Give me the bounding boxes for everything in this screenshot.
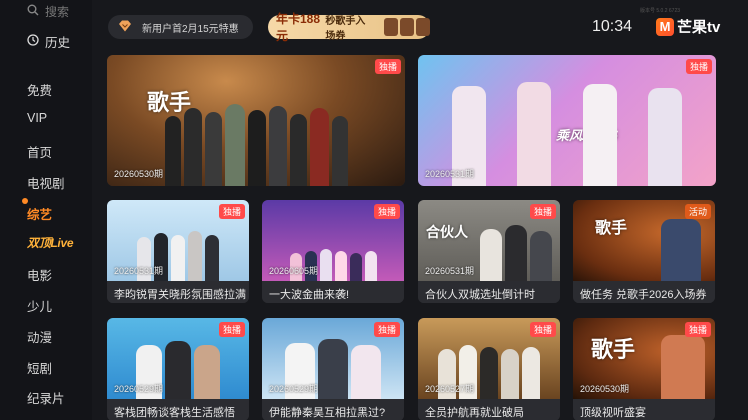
episode-date: 20260605期: [269, 266, 319, 276]
exclusive-badge: 独播: [684, 322, 711, 337]
episode-date: 20260531期: [114, 266, 164, 276]
episode-date: 20260530期: [580, 384, 630, 394]
sidebar-item-variety[interactable]: 综艺: [27, 204, 52, 223]
card-title: 客栈团畅谈客栈生活感悟: [107, 399, 249, 420]
sidebar-item-anime[interactable]: 动漫: [27, 327, 52, 346]
card-title: 李昀锐胃关晓彤氛围感拉满: [107, 281, 249, 303]
sidebar-item-movie[interactable]: 电影: [27, 265, 52, 284]
exclusive-badge: 独播: [218, 322, 245, 337]
card-title: 伊能静秦昊互相拉黑过?: [262, 399, 404, 420]
sidebar-item-home[interactable]: 首页: [27, 142, 52, 161]
exclusive-badge: 独播: [529, 204, 556, 219]
episode-date: 20260529期: [269, 384, 319, 394]
episode-date: 20260527期: [425, 384, 475, 394]
content-card[interactable]: 独播 20260527期 全员护航再就业破局: [418, 318, 560, 420]
card-title: 合伙人双城选址倒计时: [418, 281, 560, 303]
diamond-icon: [118, 20, 132, 35]
mango-tv-logo: M 芒果tv: [656, 16, 720, 37]
episode-date: 20260529期: [114, 384, 164, 394]
clock-icon: [27, 34, 39, 49]
card-title: 顶级视听盛宴: [573, 399, 715, 420]
promo1-text: 新用户首2月15元特惠: [142, 23, 239, 35]
promo2-price: 年卡188元: [276, 12, 321, 43]
featured-card-singer[interactable]: 歌手 独播 20260530期: [107, 55, 405, 186]
sidebar-history[interactable]: 历史: [27, 32, 70, 51]
exclusive-badge: 独播: [218, 204, 245, 219]
card-title: 全员护航再就业破局: [418, 399, 560, 420]
content-card[interactable]: 合伙人 独播 20260531期 合伙人双城选址倒计时: [418, 200, 560, 303]
sidebar-search-label: 搜索: [45, 5, 70, 19]
sidebar-item-vip[interactable]: VIP: [27, 111, 47, 125]
content-card[interactable]: 独播 20260529期 伊能静秦昊互相拉黑过?: [262, 318, 404, 420]
exclusive-badge: 独播: [373, 322, 400, 337]
mango-logo-icon: M: [656, 17, 674, 36]
annual-card-promo-button[interactable]: 年卡188元 秒歌手入场券: [268, 12, 430, 43]
episode-date: 20260530期: [114, 169, 164, 179]
promo2-thumbnails: [384, 18, 430, 36]
card-title: 做任务 兑歌手2026入场券: [573, 281, 715, 303]
new-user-promo-button[interactable]: 新用户首2月15元特惠: [108, 15, 253, 39]
featured-card-ride-wind[interactable]: 乘风2026 独播 20260531期: [418, 55, 716, 186]
content-card[interactable]: 独播 20260605期 一大波金曲来袭!: [262, 200, 404, 303]
content-card[interactable]: 歌手 活动 做任务 兑歌手2026入场券: [573, 200, 715, 303]
exclusive-badge: 独播: [373, 204, 400, 219]
content-card[interactable]: 歌手 独播 20260530期 顶级视听盛宴: [573, 318, 715, 420]
sidebar: 搜索 历史 免费 VIP 首页 电视剧 综艺 双顶Live 电影 少儿 动漫 短…: [0, 0, 92, 420]
episode-date: 20260531期: [425, 266, 475, 276]
sidebar-item-free[interactable]: 免费: [27, 80, 52, 99]
card-people: [573, 219, 715, 281]
exclusive-badge: 独播: [374, 59, 401, 74]
content-card[interactable]: 独播 20260529期 客栈团畅谈客栈生活感悟: [107, 318, 249, 420]
episode-date: 20260531期: [425, 169, 475, 179]
sidebar-item-documentary[interactable]: 纪录片: [27, 388, 65, 407]
exclusive-badge: 独播: [685, 59, 712, 74]
sidebar-item-tv-series[interactable]: 电视剧: [27, 173, 65, 192]
version-text: 版本号 5.0.2 6723: [640, 8, 681, 14]
sidebar-history-label: 历史: [45, 36, 71, 50]
promo2-text: 秒歌手入场券: [325, 16, 366, 42]
sidebar-item-kids[interactable]: 少儿: [27, 296, 52, 315]
logo-text: 芒果tv: [677, 19, 721, 36]
clock: 10:34: [592, 18, 633, 35]
activity-badge: 活动: [684, 204, 711, 219]
sidebar-item-short-drama[interactable]: 短剧: [27, 358, 52, 377]
search-icon: [27, 4, 39, 19]
card-title: 一大波金曲来袭!: [262, 281, 404, 303]
sidebar-search[interactable]: 搜索: [27, 3, 69, 20]
exclusive-badge: 独播: [529, 322, 556, 337]
content-card[interactable]: 独播 20260531期 李昀锐胃关晓彤氛围感拉满: [107, 200, 249, 303]
sidebar-item-live[interactable]: 双顶Live: [27, 234, 74, 251]
